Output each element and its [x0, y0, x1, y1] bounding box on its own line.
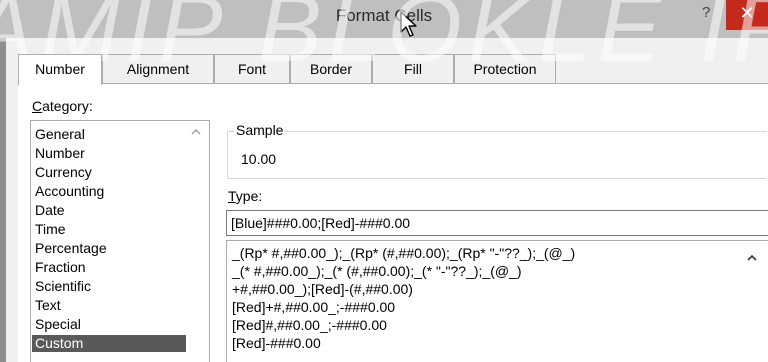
sample-value: 10.00 — [241, 151, 277, 167]
format-code-item[interactable]: _(* #,##0.00_);_(* (#,##0.00);_(* "-"??_… — [232, 263, 522, 280]
tab-alignment[interactable]: Alignment — [102, 54, 214, 83]
category-item-scientific[interactable]: Scientific — [35, 278, 91, 295]
tab-border[interactable]: Border — [290, 54, 372, 83]
type-label: Type: — [228, 188, 262, 204]
format-code-item[interactable]: [Red]+#,##0.00_;-###0.00 — [232, 299, 395, 316]
category-label-accel: C — [32, 98, 43, 114]
dialog-title: Format Cells — [335, 6, 433, 25]
window-edge — [0, 38, 6, 362]
format-code-list[interactable]: _(Rp* #,##0.00_);_(Rp* (#,##0.00);_(Rp* … — [226, 240, 768, 362]
type-label-accel: T — [228, 188, 236, 204]
tab-font[interactable]: Font — [214, 54, 290, 83]
category-item-custom[interactable]: Custom — [32, 335, 186, 352]
close-icon: ✕ — [739, 3, 755, 23]
format-code-item[interactable]: [Red]#,##0.00_;-###0.00 — [232, 317, 387, 334]
tab-protection[interactable]: Protection — [454, 54, 556, 83]
format-code-item[interactable]: _(Rp* #,##0.00_);_(Rp* (#,##0.00);_(Rp* … — [232, 245, 575, 262]
category-item-special[interactable]: Special — [35, 316, 81, 333]
category-item-currency[interactable]: Currency — [35, 164, 92, 181]
category-label-rest: ategory: — [42, 98, 93, 114]
category-item-fraction[interactable]: Fraction — [35, 259, 86, 276]
type-input[interactable]: [Blue]###0.00;[Red]-###0.00 — [226, 210, 768, 236]
tab-number[interactable]: Number — [18, 54, 102, 85]
sample-group — [227, 131, 766, 179]
category-item-time[interactable]: Time — [35, 221, 66, 238]
title-bar[interactable]: Format Cells ? ✕ — [0, 0, 768, 38]
format-cells-dialog: Format Cells ? ✕ Number Alignment Font B… — [0, 0, 768, 362]
category-list[interactable]: General Number Currency Accounting Date … — [30, 120, 210, 362]
category-item-percentage[interactable]: Percentage — [35, 240, 107, 257]
sample-legend: Sample — [234, 122, 286, 138]
category-scroll-up-icon[interactable] — [189, 125, 203, 139]
type-label-rest: ype: — [235, 188, 263, 204]
format-scroll-up-icon[interactable] — [745, 251, 759, 265]
help-button[interactable]: ? — [702, 4, 710, 21]
category-item-number[interactable]: Number — [35, 145, 85, 162]
tab-fill[interactable]: Fill — [372, 54, 454, 83]
category-item-text[interactable]: Text — [35, 297, 61, 314]
format-code-item[interactable]: +#,##0.00_);[Red]-(#,##0.00) — [232, 281, 413, 298]
category-label: Category: — [32, 98, 93, 114]
category-item-date[interactable]: Date — [35, 202, 65, 219]
mouse-pointer-icon — [400, 11, 417, 37]
category-item-accounting[interactable]: Accounting — [35, 183, 104, 200]
category-item-general[interactable]: General — [35, 126, 85, 143]
format-code-item[interactable]: [Red]-###0.00 — [232, 335, 321, 352]
close-button[interactable]: ✕ — [726, 0, 768, 30]
